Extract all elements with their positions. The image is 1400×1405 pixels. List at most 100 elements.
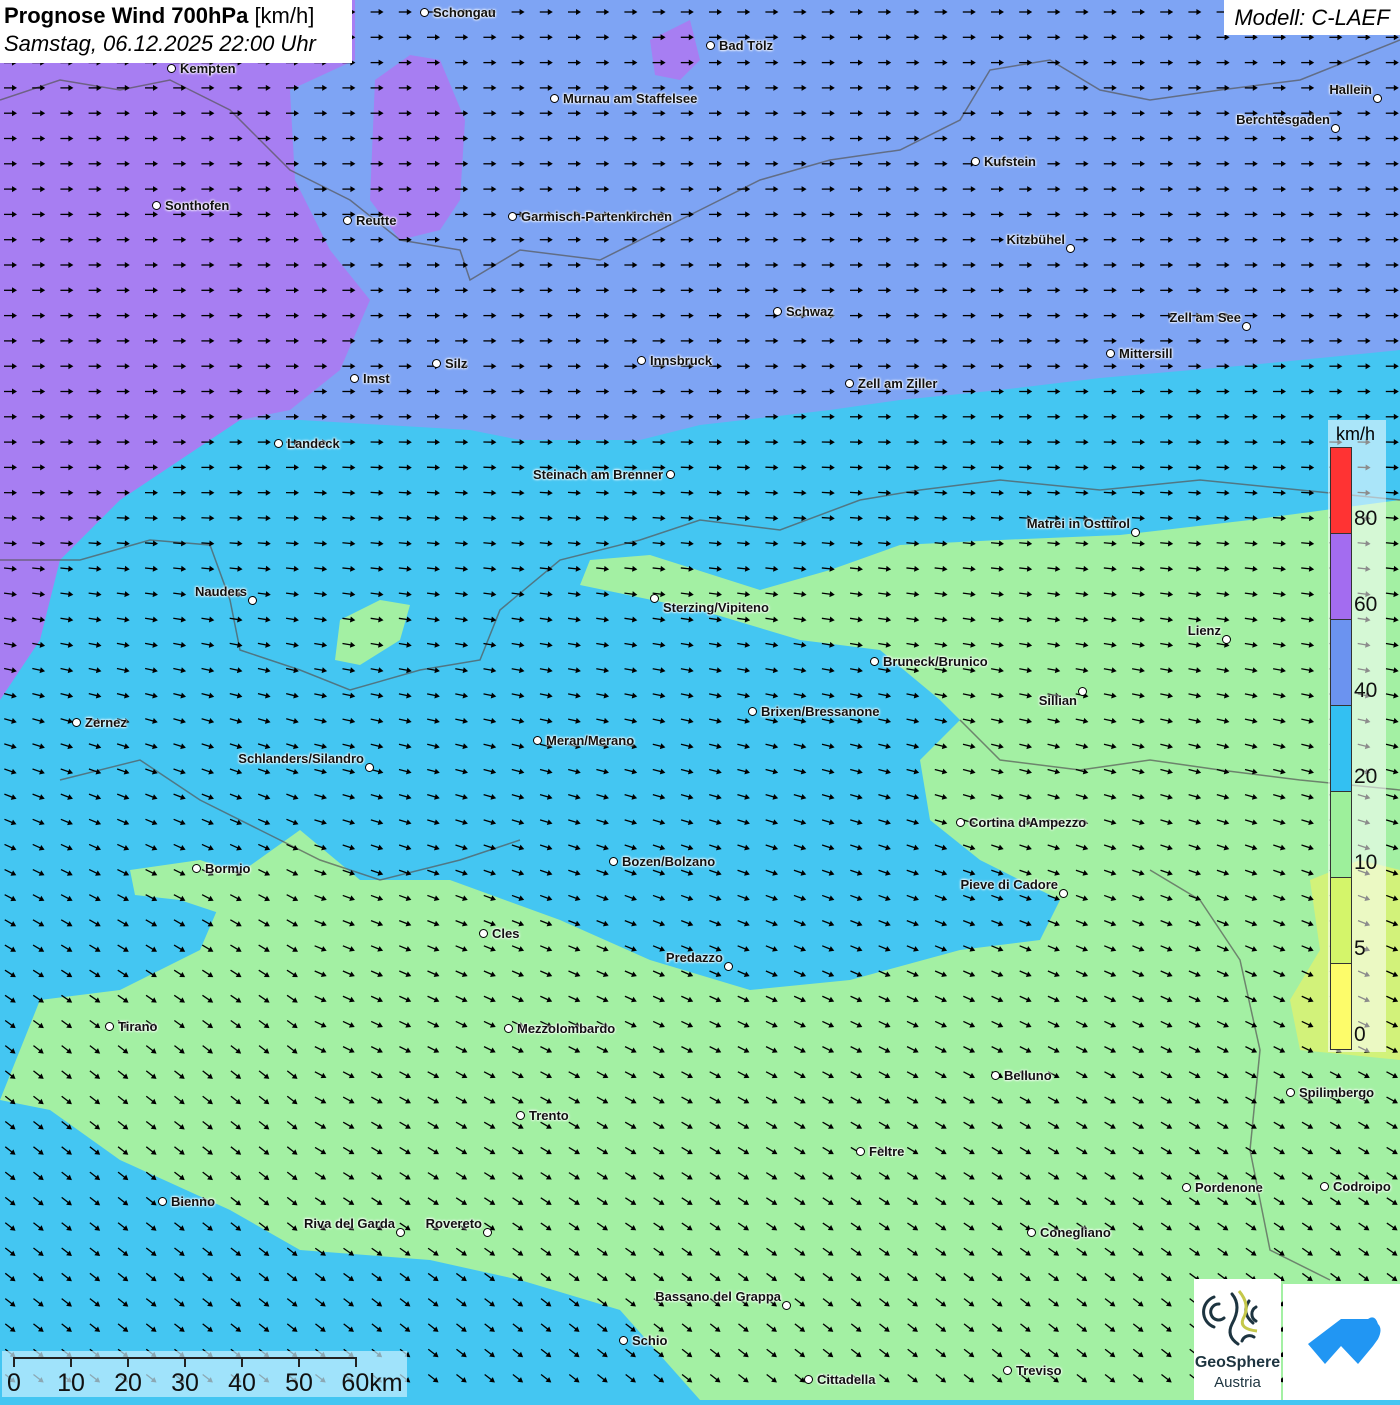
scale-tick	[127, 1357, 129, 1367]
legend-label: 40	[1354, 679, 1377, 703]
scale-label: 60km	[341, 1369, 402, 1398]
city-marker[interactable]	[650, 594, 659, 603]
city-label: Garmisch-Partenkirchen	[521, 209, 672, 224]
legend-label: 0	[1354, 1023, 1366, 1047]
city-marker[interactable]	[1222, 635, 1231, 644]
city-marker[interactable]	[956, 818, 965, 827]
legend-label: 80	[1354, 507, 1377, 531]
city-marker[interactable]	[274, 439, 283, 448]
city-marker[interactable]	[1131, 528, 1140, 537]
scale-label: 0	[7, 1369, 21, 1398]
city-label: Treviso	[1016, 1363, 1062, 1378]
city-label: Pieve di Cadore	[960, 877, 1058, 892]
city-marker[interactable]	[432, 359, 441, 368]
city-marker[interactable]	[870, 657, 879, 666]
scale-tick	[298, 1357, 300, 1367]
geosphere-country: Austria	[1194, 1374, 1281, 1391]
city-marker[interactable]	[504, 1024, 513, 1033]
city-label: Zell am See	[1169, 310, 1241, 325]
title-unit: [km/h]	[254, 3, 314, 28]
city-marker[interactable]	[1078, 687, 1087, 696]
city-marker[interactable]	[192, 864, 201, 873]
city-marker[interactable]	[609, 857, 618, 866]
city-label: Sterzing/Vipiteno	[663, 600, 769, 615]
city-marker[interactable]	[706, 41, 715, 50]
city-marker[interactable]	[1331, 124, 1340, 133]
forecast-datetime: Samstag, 06.12.2025 22:00 Uhr	[4, 30, 348, 58]
city-marker[interactable]	[971, 157, 980, 166]
geosphere-austria-logo[interactable]: GeoSphere Austria	[1194, 1279, 1281, 1400]
city-label: Rovereto	[426, 1216, 482, 1231]
city-marker[interactable]	[550, 94, 559, 103]
city-label: Kitzbühel	[1007, 232, 1066, 247]
city-label: Imst	[363, 371, 390, 386]
city-marker[interactable]	[508, 212, 517, 221]
scale-tick	[355, 1357, 357, 1367]
city-marker[interactable]	[991, 1071, 1000, 1080]
city-label: Bad Tölz	[719, 38, 773, 53]
city-marker[interactable]	[1106, 349, 1115, 358]
city-marker[interactable]	[248, 596, 257, 605]
city-label: Bienno	[171, 1194, 215, 1209]
city-label: Sillian	[1039, 693, 1077, 708]
city-label: Trento	[529, 1108, 569, 1123]
city-marker[interactable]	[1320, 1182, 1329, 1191]
city-marker[interactable]	[748, 707, 757, 716]
legend-swatch	[1331, 792, 1351, 878]
city-marker[interactable]	[152, 201, 161, 210]
city-marker[interactable]	[1373, 94, 1382, 103]
city-marker[interactable]	[533, 736, 542, 745]
city-marker[interactable]	[666, 470, 675, 479]
city-marker[interactable]	[782, 1301, 791, 1310]
city-label: Sonthofen	[165, 198, 229, 213]
city-marker[interactable]	[1242, 322, 1251, 331]
city-marker[interactable]	[1066, 244, 1075, 253]
city-marker[interactable]	[1182, 1183, 1191, 1192]
legend-unit: km/h	[1336, 424, 1375, 445]
city-marker[interactable]	[72, 718, 81, 727]
city-label: Pordenone	[1195, 1180, 1263, 1195]
legend-label: 60	[1354, 593, 1377, 617]
city-marker[interactable]	[365, 763, 374, 772]
city-marker[interactable]	[1286, 1088, 1295, 1097]
city-label: Kempten	[180, 61, 236, 76]
city-marker[interactable]	[483, 1228, 492, 1237]
city-marker[interactable]	[167, 64, 176, 73]
city-label: Mittersill	[1119, 346, 1172, 361]
city-marker[interactable]	[516, 1111, 525, 1120]
city-marker[interactable]	[105, 1022, 114, 1031]
city-marker[interactable]	[856, 1147, 865, 1156]
city-marker[interactable]	[350, 374, 359, 383]
legend-swatch	[1331, 706, 1351, 792]
model-label: Modell: C-LAEF	[1224, 0, 1400, 35]
city-marker[interactable]	[420, 8, 429, 17]
city-label: Landeck	[287, 436, 340, 451]
city-marker[interactable]	[773, 307, 782, 316]
city-label: Codroipo	[1333, 1179, 1391, 1194]
city-label: Cortina d'Ampezzo	[969, 815, 1086, 830]
city-marker[interactable]	[343, 216, 352, 225]
city-marker[interactable]	[804, 1375, 813, 1384]
city-marker[interactable]	[1027, 1228, 1036, 1237]
scale-bar: 0102030405060km	[2, 1351, 407, 1397]
city-label: Murnau am Staffelsee	[563, 91, 697, 106]
city-marker[interactable]	[396, 1228, 405, 1237]
legend-swatch	[1331, 620, 1351, 706]
city-marker[interactable]	[637, 356, 646, 365]
city-marker[interactable]	[479, 929, 488, 938]
city-marker[interactable]	[1059, 889, 1068, 898]
city-label: Conegliano	[1040, 1225, 1111, 1240]
legend-swatch	[1331, 448, 1351, 534]
legend-colorbar	[1330, 447, 1352, 1050]
scale-label: 30	[171, 1369, 199, 1398]
city-marker[interactable]	[619, 1336, 628, 1345]
partner-logo[interactable]	[1283, 1284, 1400, 1400]
city-marker[interactable]	[1003, 1366, 1012, 1375]
city-marker[interactable]	[158, 1197, 167, 1206]
city-marker[interactable]	[724, 962, 733, 971]
geosphere-contour-icon	[1194, 1279, 1281, 1354]
city-label: Bozen/Bolzano	[622, 854, 715, 869]
city-marker[interactable]	[845, 379, 854, 388]
city-label: Zernez	[85, 715, 127, 730]
mountain-cloud-icon	[1283, 1284, 1400, 1400]
